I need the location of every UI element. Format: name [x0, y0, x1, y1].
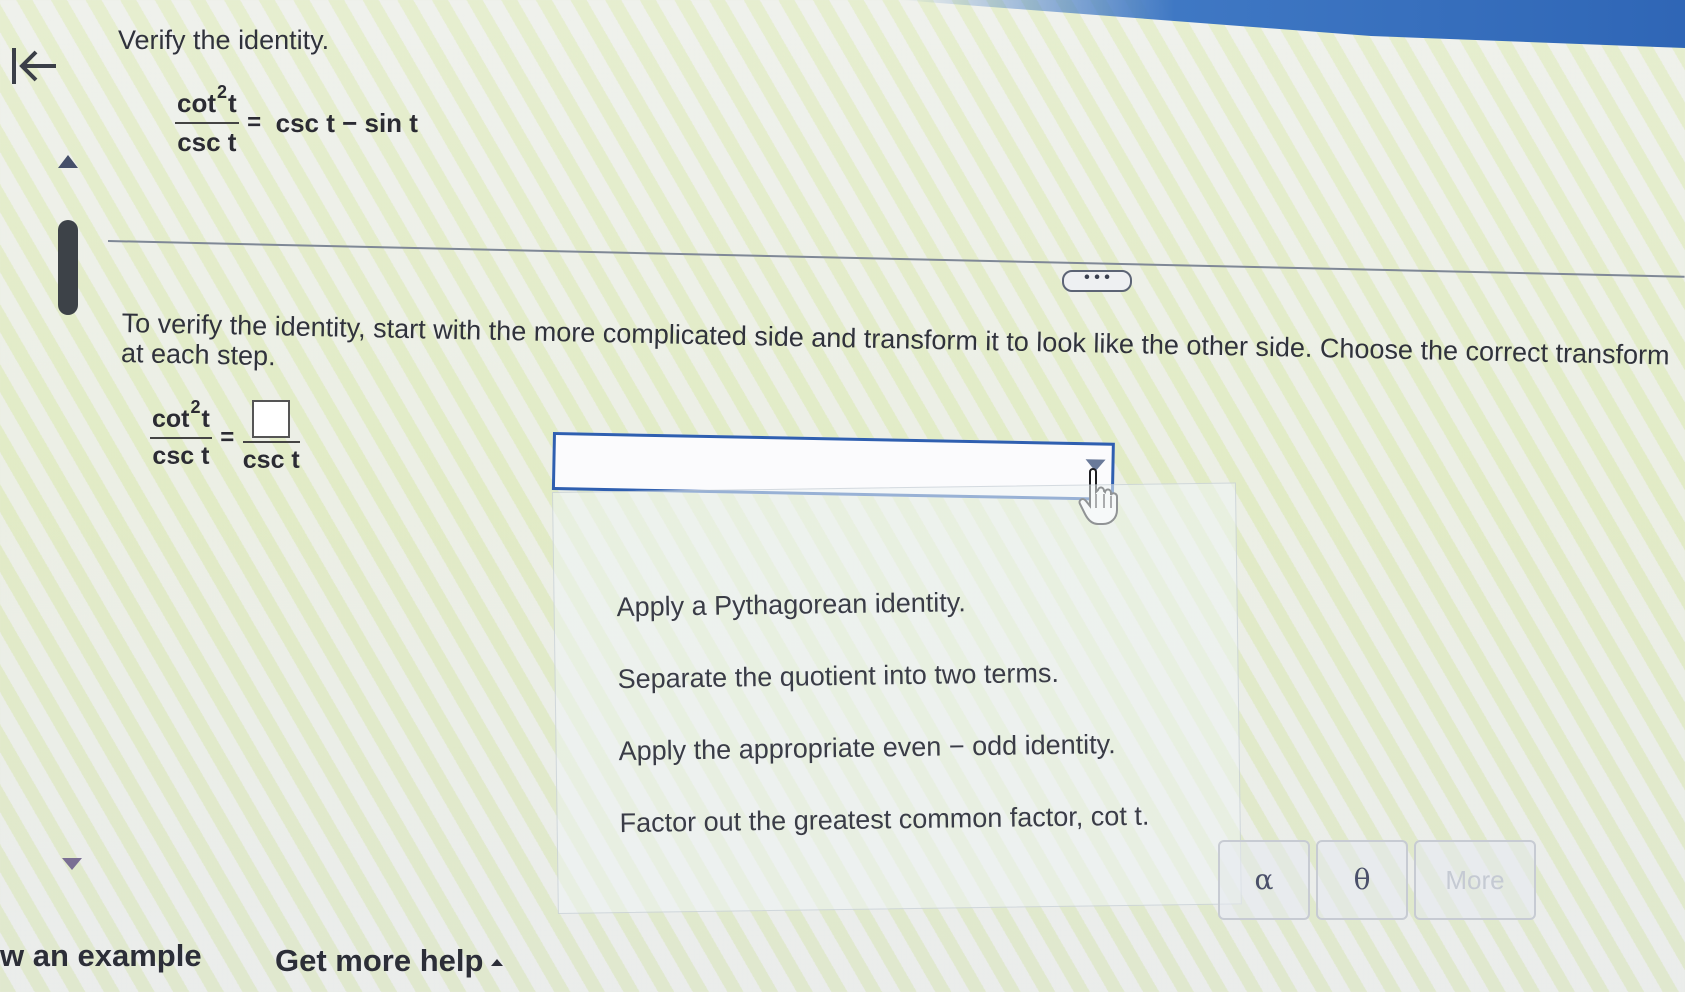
answer-input-box[interactable] — [252, 400, 291, 438]
scrollbar-thumb[interactable] — [58, 220, 78, 315]
more-symbols-button[interactable]: More — [1414, 840, 1536, 920]
scroll-down-arrow-icon[interactable] — [62, 858, 82, 870]
step-equation: cot2t csc t = csc t — [150, 396, 300, 475]
section-divider — [107, 240, 1685, 278]
lhs-fraction: cot2t csc t — [175, 82, 239, 157]
view-example-link[interactable]: w an example — [0, 938, 202, 974]
get-more-help-button[interactable]: Get more help — [275, 943, 504, 979]
step-lhs-fraction: cot2t csc t — [150, 396, 212, 470]
scroll-up-arrow-icon[interactable] — [58, 155, 78, 168]
back-to-start-icon[interactable] — [10, 42, 60, 92]
rhs-expression: csc t − sin t — [275, 107, 418, 138]
identity-equation: cot2t csc t = csc t − sin t — [175, 82, 418, 157]
step-description: To verify the identity, start with the m… — [120, 308, 1670, 372]
alpha-button[interactable]: α — [1218, 840, 1310, 920]
header-bar — [900, 0, 1685, 48]
instruction-text: Verify the identity. — [118, 25, 330, 55]
option-even-odd-identity[interactable]: Apply the appropriate even − odd identit… — [618, 729, 1115, 767]
option-factor-gcf[interactable]: Factor out the greatest common factor, c… — [619, 801, 1149, 839]
get-more-help-label: Get more help — [275, 943, 484, 978]
dropdown-menu: Apply a Pythagorean identity. Separate t… — [552, 482, 1242, 914]
caret-up-icon — [491, 959, 504, 967]
theta-button[interactable]: θ — [1316, 840, 1408, 920]
step-rhs-fraction: csc t — [242, 400, 300, 475]
option-pythagorean-identity[interactable]: Apply a Pythagorean identity. — [616, 587, 966, 623]
show-more-button[interactable]: • • • — [1062, 270, 1132, 292]
option-separate-quotient[interactable]: Separate the quotient into two terms. — [617, 658, 1059, 695]
